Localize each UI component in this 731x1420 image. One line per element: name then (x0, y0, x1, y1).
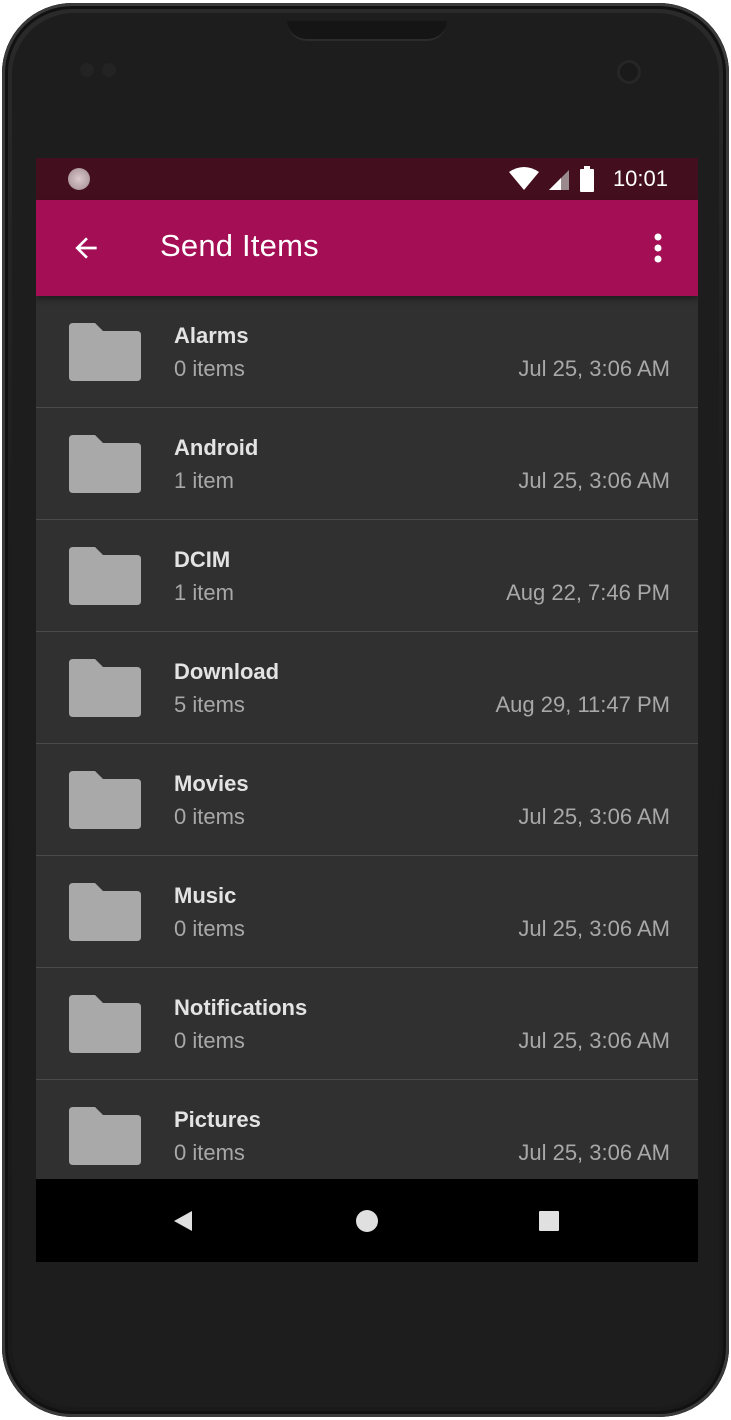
list-item[interactable]: Download 5 items Aug 29, 11:47 PM (36, 632, 698, 744)
item-count: 0 items (174, 1140, 245, 1165)
nav-back-button[interactable] (161, 1199, 205, 1243)
list-item[interactable]: Music 0 items Jul 25, 3:06 AM (36, 856, 698, 968)
item-name: DCIM (174, 547, 231, 572)
more-vert-icon (654, 233, 662, 263)
cell-signal-icon (548, 170, 569, 190)
folder-icon (69, 1107, 141, 1165)
folder-list: Alarms 0 items Jul 25, 3:06 AM Android 1… (36, 296, 698, 1192)
folder-icon (69, 659, 141, 717)
nav-recents-icon (539, 1211, 559, 1231)
item-name: Alarms (174, 323, 249, 348)
item-date: Jul 25, 3:06 AM (518, 468, 670, 493)
app-bar: Send Items (36, 200, 698, 296)
wifi-icon (508, 167, 539, 190)
item-name: Android (174, 435, 259, 460)
notification-icon (68, 168, 90, 190)
item-date: Aug 22, 7:46 PM (506, 580, 670, 605)
item-count: 0 items (174, 804, 245, 829)
folder-icon (69, 883, 141, 941)
status-icons: 10:01 (508, 158, 668, 200)
overflow-menu-button[interactable] (638, 224, 678, 272)
item-name: Download (174, 659, 280, 684)
item-count: 0 items (174, 916, 245, 941)
item-date: Jul 25, 3:06 AM (518, 804, 670, 829)
item-date: Jul 25, 3:06 AM (518, 1140, 670, 1165)
list-item[interactable]: Movies 0 items Jul 25, 3:06 AM (36, 744, 698, 856)
folder-icon (69, 323, 141, 381)
item-date: Jul 25, 3:06 AM (518, 1028, 670, 1053)
item-name: Music (174, 883, 237, 908)
folder-icon (69, 995, 141, 1053)
nav-home-button[interactable] (345, 1199, 389, 1243)
front-camera (617, 60, 641, 84)
nav-home-icon (356, 1210, 378, 1232)
folder-icon (69, 547, 141, 605)
item-count: 5 items (174, 692, 245, 717)
device-screen: 10:01 Send Items Alarms 0 items Jul 25, … (36, 158, 698, 1262)
back-button[interactable] (62, 224, 110, 272)
list-item[interactable]: Alarms 0 items Jul 25, 3:06 AM (36, 296, 698, 408)
status-bar: 10:01 (36, 158, 698, 200)
proximity-sensor (80, 63, 94, 77)
item-date: Jul 25, 3:06 AM (518, 916, 670, 941)
item-count: 0 items (174, 356, 245, 381)
item-name: Pictures (174, 1107, 261, 1132)
earpiece-speaker (287, 21, 447, 41)
item-date: Jul 25, 3:06 AM (518, 356, 670, 381)
item-date: Aug 29, 11:47 PM (495, 692, 671, 717)
light-sensor (102, 63, 116, 77)
item-count: 0 items (174, 1028, 245, 1053)
page-title: Send Items (160, 228, 319, 263)
nav-recents-button[interactable] (527, 1199, 571, 1243)
list-item[interactable]: DCIM 1 item Aug 22, 7:46 PM (36, 520, 698, 632)
list-item[interactable]: Android 1 item Jul 25, 3:06 AM (36, 408, 698, 520)
folder-icon (69, 771, 141, 829)
arrow-back-icon (75, 237, 97, 259)
folder-icon (69, 435, 141, 493)
list-item[interactable]: Pictures 0 items Jul 25, 3:06 AM (36, 1080, 698, 1192)
item-count: 1 item (174, 580, 234, 605)
list-item[interactable]: Notifications 0 items Jul 25, 3:06 AM (36, 968, 698, 1080)
item-name: Notifications (174, 995, 308, 1020)
battery-icon (579, 166, 594, 192)
status-time: 10:01 (612, 166, 668, 191)
nav-back-icon (174, 1211, 192, 1231)
item-name: Movies (174, 771, 249, 796)
item-count: 1 item (174, 468, 234, 493)
navigation-bar (36, 1179, 698, 1262)
